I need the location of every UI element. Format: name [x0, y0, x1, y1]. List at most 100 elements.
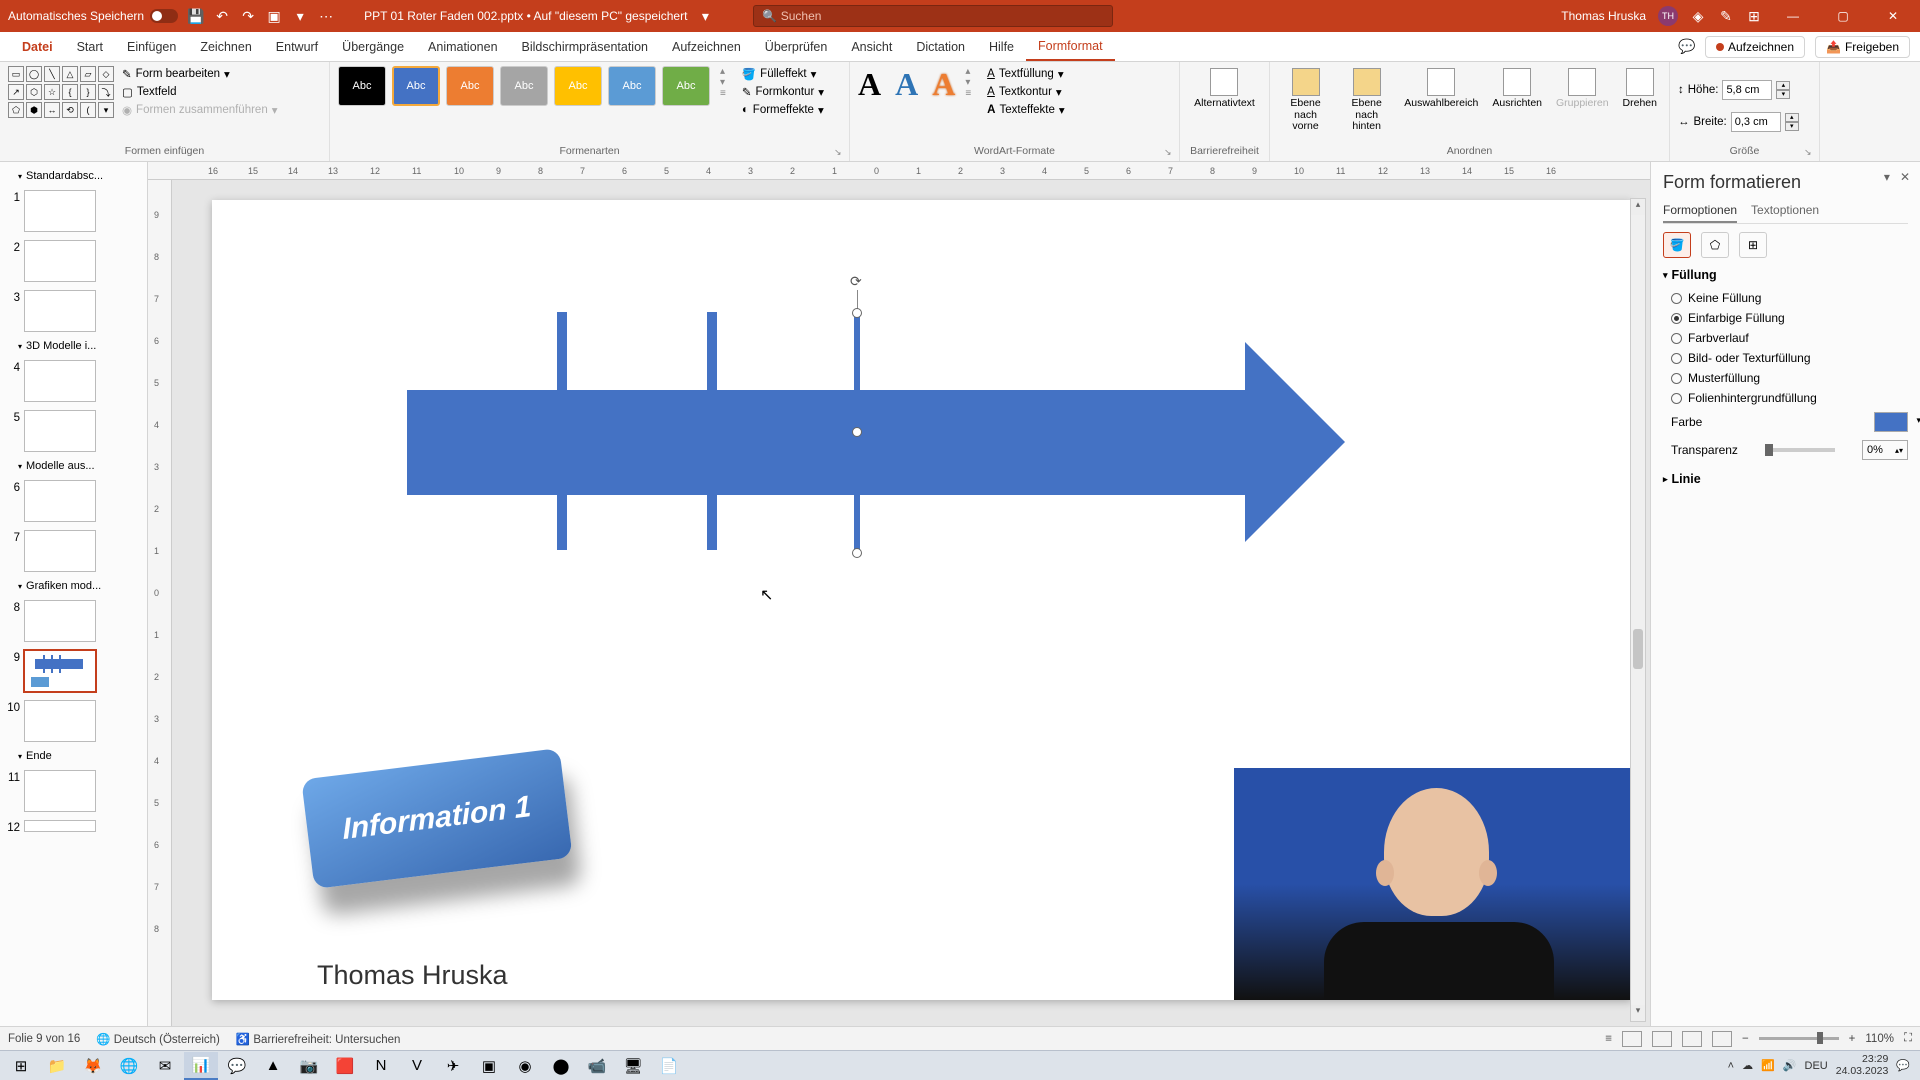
shape-gallery[interactable]: ▭◯╲△▱◇ ↗⬡☆{}⤵ ⬠⬢↔⟲(▾: [8, 66, 114, 118]
tab-file[interactable]: Datei: [10, 32, 65, 61]
qat-more-icon[interactable]: ▾: [292, 8, 308, 24]
fill-section-header[interactable]: Füllung: [1663, 268, 1908, 282]
tab-transitions[interactable]: Übergänge: [330, 32, 416, 61]
tab-slideshow[interactable]: Bildschirmpräsentation: [510, 32, 660, 61]
pane-options-icon[interactable]: ▾: [1884, 170, 1890, 184]
tray-clock[interactable]: 23:2924.03.2023: [1836, 1054, 1889, 1077]
tab-shapeformat[interactable]: Formformat: [1026, 32, 1115, 61]
selection-pane-button[interactable]: Auswahlbereich: [1400, 66, 1482, 112]
gallery-up-icon[interactable]: ▴: [720, 66, 726, 77]
close-button[interactable]: ✕: [1874, 0, 1912, 32]
tab-draw[interactable]: Zeichnen: [188, 32, 263, 61]
pane-tab-shape[interactable]: Formoptionen: [1663, 203, 1737, 223]
thumb-4[interactable]: [24, 360, 96, 402]
scroll-up-icon[interactable]: ▴: [1631, 199, 1645, 215]
color-picker[interactable]: [1874, 412, 1908, 432]
app-icon-4[interactable]: ▣: [472, 1052, 506, 1080]
wordart-dialog-launcher[interactable]: ↘: [1164, 147, 1176, 159]
text-effects-button[interactable]: A Texteffekte ▾: [985, 102, 1067, 118]
user-avatar-icon[interactable]: TH: [1658, 6, 1678, 26]
search-input[interactable]: 🔍 Suchen: [753, 5, 1113, 27]
thumb-3[interactable]: [24, 290, 96, 332]
zoom-out-button[interactable]: −: [1742, 1033, 1749, 1045]
user-name[interactable]: Thomas Hruska: [1561, 9, 1646, 23]
radio-picture[interactable]: Bild- oder Texturfüllung: [1663, 348, 1908, 368]
vertical-bar-1[interactable]: [557, 312, 567, 550]
view-slideshow-button[interactable]: [1712, 1031, 1732, 1047]
obs-icon[interactable]: ◉: [508, 1052, 542, 1080]
gallery-down-icon[interactable]: ▾: [720, 77, 726, 88]
thumb-7[interactable]: [24, 530, 96, 572]
width-input[interactable]: [1731, 112, 1781, 132]
accessibility-status[interactable]: ♿ Barrierefreiheit: Untersuchen: [236, 1032, 401, 1046]
start-button[interactable]: ⊞: [4, 1052, 38, 1080]
wordart-gallery[interactable]: A A A: [858, 66, 955, 103]
thumb-8[interactable]: [24, 600, 96, 642]
handle-bottom[interactable]: [852, 548, 862, 558]
save-icon[interactable]: 💾: [188, 8, 204, 24]
info-3d-shape[interactable]: Information 1: [287, 728, 597, 942]
app-icon-7[interactable]: 📄: [652, 1052, 686, 1080]
author-text[interactable]: Thomas Hruska: [317, 960, 508, 991]
telegram-icon[interactable]: ✈: [436, 1052, 470, 1080]
thumb-10[interactable]: [24, 700, 96, 742]
gallery-more-icon[interactable]: ≡: [720, 88, 726, 99]
wordart-style-1[interactable]: A: [858, 66, 881, 103]
alt-text-button[interactable]: Alternativtext: [1190, 66, 1259, 112]
autosave-toggle[interactable]: Automatisches Speichern: [8, 9, 178, 23]
onenote-icon[interactable]: N: [364, 1052, 398, 1080]
radio-solid-fill[interactable]: Einfarbige Füllung: [1663, 308, 1908, 328]
pane-effects-icon[interactable]: ⬠: [1701, 232, 1729, 258]
height-input[interactable]: [1722, 80, 1772, 100]
radio-no-fill[interactable]: Keine Füllung: [1663, 288, 1908, 308]
wa-down-icon[interactable]: ▾: [965, 77, 971, 88]
vscode-icon[interactable]: V: [400, 1052, 434, 1080]
style-gray[interactable]: Abc: [500, 66, 548, 106]
chrome-icon[interactable]: 🌐: [112, 1052, 146, 1080]
radio-slidebg[interactable]: Folienhintergrundfüllung: [1663, 388, 1908, 408]
vlc-icon[interactable]: ▲: [256, 1052, 290, 1080]
width-down[interactable]: ▾: [1785, 122, 1799, 131]
tab-help[interactable]: Hilfe: [977, 32, 1026, 61]
tray-notification-icon[interactable]: 💬: [1896, 1059, 1910, 1072]
shape-outline-button[interactable]: ✎ Formkontur ▾: [740, 84, 826, 100]
app-icon-6[interactable]: 🖥: [616, 1052, 650, 1080]
pen-icon[interactable]: ✎: [1718, 8, 1734, 24]
wordart-style-3[interactable]: A: [932, 66, 955, 103]
transparency-input[interactable]: 0%▴▾: [1862, 440, 1908, 460]
thumb-12[interactable]: [24, 820, 96, 832]
app-icon-1[interactable]: 💬: [220, 1052, 254, 1080]
thumb-6[interactable]: [24, 480, 96, 522]
section-3d[interactable]: 3D Modelle i...: [0, 336, 147, 356]
wa-up-icon[interactable]: ▴: [965, 66, 971, 77]
pane-fill-icon[interactable]: 🪣: [1663, 232, 1691, 258]
section-standard[interactable]: Standardabsc...: [0, 166, 147, 186]
tab-record[interactable]: Aufzeichnen: [660, 32, 753, 61]
handle-mid[interactable]: [852, 427, 862, 437]
send-backward-button[interactable]: Ebene nach hinten: [1339, 66, 1394, 135]
app-icon-2[interactable]: 📷: [292, 1052, 326, 1080]
thumb-11[interactable]: [24, 770, 96, 812]
text-outline-button[interactable]: A Textkontur ▾: [985, 84, 1067, 100]
fill-effect-button[interactable]: 🪣 Fülleffekt ▾: [740, 66, 826, 82]
thumb-5[interactable]: [24, 410, 96, 452]
textbox-button[interactable]: ▢ Textfeld: [120, 84, 280, 100]
tray-cloud-icon[interactable]: ☁: [1742, 1059, 1753, 1072]
explorer-icon[interactable]: 📁: [40, 1052, 74, 1080]
tab-review[interactable]: Überprüfen: [753, 32, 840, 61]
styles-dialog-launcher[interactable]: ↘: [834, 147, 846, 159]
line-section-header[interactable]: Linie: [1663, 472, 1908, 486]
thumb-1[interactable]: [24, 190, 96, 232]
maximize-button[interactable]: ▢: [1824, 0, 1862, 32]
diamond-icon[interactable]: ◈: [1690, 8, 1706, 24]
tray-chevron-icon[interactable]: ˄: [1728, 1060, 1734, 1072]
section-end[interactable]: Ende: [0, 746, 147, 766]
fit-button[interactable]: ⛶: [1904, 1032, 1912, 1045]
scroll-down-icon[interactable]: ▾: [1631, 1005, 1645, 1021]
tab-start[interactable]: Start: [65, 32, 115, 61]
tray-keyboard[interactable]: DEU: [1805, 1060, 1828, 1072]
radio-pattern[interactable]: Musterfüllung: [1663, 368, 1908, 388]
style-yellow[interactable]: Abc: [554, 66, 602, 106]
arrow-shape[interactable]: [407, 390, 1327, 495]
tab-animations[interactable]: Animationen: [416, 32, 510, 61]
